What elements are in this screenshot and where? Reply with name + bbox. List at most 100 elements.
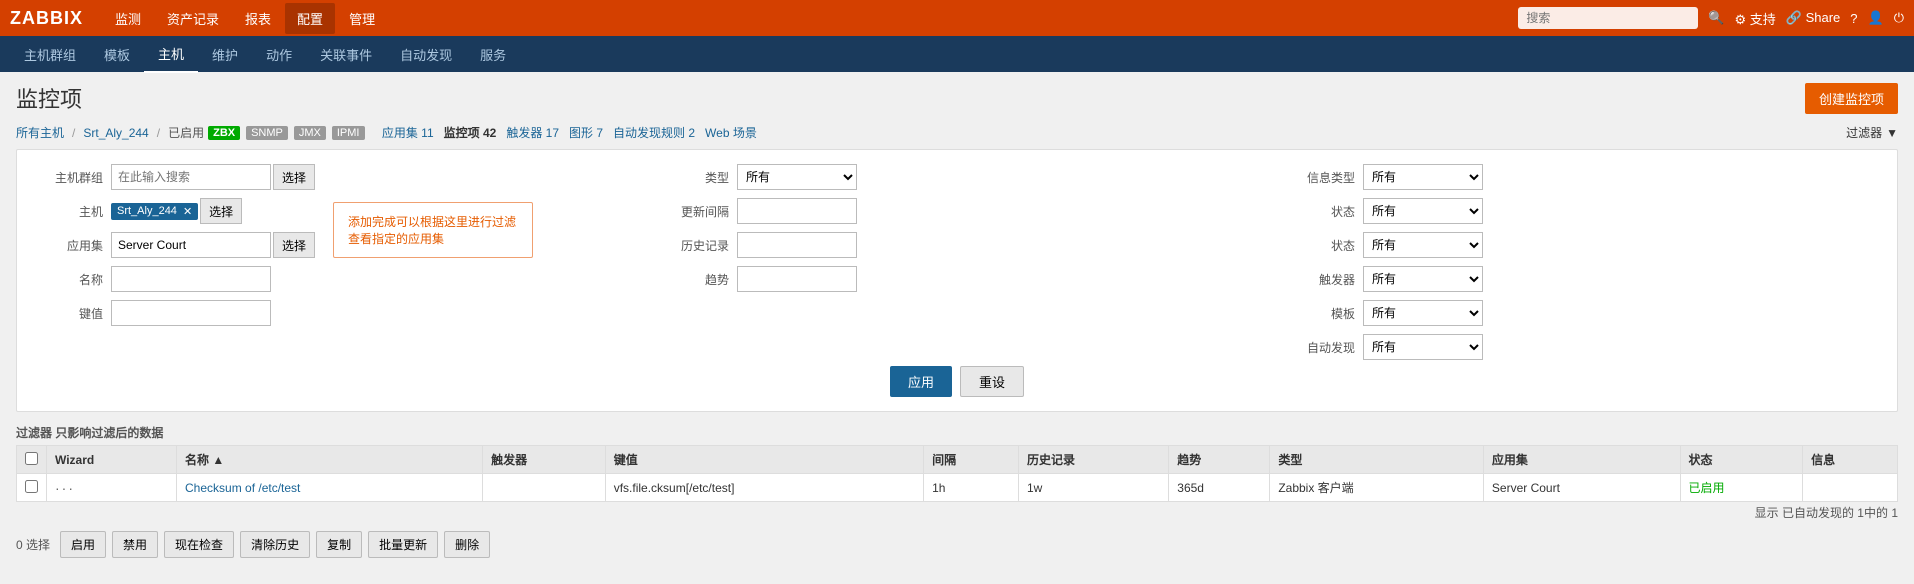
breadcrumb-host[interactable]: Srt_Aly_244 xyxy=(83,126,148,140)
col-header-interval[interactable]: 间隔 xyxy=(924,446,1019,474)
col-header-checkbox[interactable] xyxy=(17,446,47,474)
status-enabled[interactable]: 已启用 xyxy=(1689,481,1725,495)
col-header-status[interactable]: 状态 xyxy=(1680,446,1803,474)
trend-label: 趋势 xyxy=(659,271,729,288)
nav-monitor[interactable]: 监测 xyxy=(103,3,153,34)
delete-button[interactable]: 删除 xyxy=(444,531,490,558)
nav-services[interactable]: 服务 xyxy=(466,37,520,72)
select-all-checkbox[interactable] xyxy=(25,452,38,465)
tab-graphs[interactable]: 图形 7 xyxy=(569,124,603,141)
status2-select[interactable]: 所有 xyxy=(1363,232,1483,258)
tab-app-sets[interactable]: 应用集 11 xyxy=(382,124,434,141)
dots-menu[interactable]: ··· xyxy=(55,480,75,496)
logo: ZABBIX xyxy=(10,8,83,29)
row-name-link[interactable]: Checksum of /etc/test xyxy=(185,481,300,495)
update-interval-input[interactable] xyxy=(737,198,857,224)
col-header-name[interactable]: 名称 ▲ xyxy=(177,446,483,474)
data-table: Wizard 名称 ▲ 触发器 键值 间隔 历史记录 趋势 类型 应用集 状态 … xyxy=(16,445,1898,502)
nav-assets[interactable]: 资产记录 xyxy=(155,3,231,34)
row-app-set: Server Court xyxy=(1483,474,1680,502)
host-tag-remove[interactable]: ✕ xyxy=(183,205,192,218)
support-link[interactable]: ⚙ 支持 xyxy=(1735,9,1776,28)
tab-web-scenarios[interactable]: Web 场景 xyxy=(705,124,757,141)
clear-history-button[interactable]: 清除历史 xyxy=(240,531,310,558)
col-header-type[interactable]: 类型 xyxy=(1270,446,1484,474)
nav-hosts[interactable]: 主机 xyxy=(144,36,198,73)
row-interval: 1h xyxy=(924,474,1019,502)
logout-icon[interactable]: ⏻ xyxy=(1894,10,1904,26)
filter-row-update: 更新间隔 xyxy=(659,198,1255,224)
tab-triggers[interactable]: 触发器 17 xyxy=(506,124,559,141)
history-input[interactable] xyxy=(737,232,857,258)
info-type-select[interactable]: 所有 xyxy=(1363,164,1483,190)
status2-label: 状态 xyxy=(1285,237,1355,254)
col-header-trigger[interactable]: 触发器 xyxy=(483,446,606,474)
apply-button[interactable]: 应用 xyxy=(890,366,952,397)
search-input[interactable] xyxy=(1518,7,1698,29)
trigger-select[interactable]: 所有 xyxy=(1363,266,1483,292)
info-type-label: 信息类型 xyxy=(1285,169,1355,186)
host-tag[interactable]: Srt_Aly_244 ✕ xyxy=(111,203,198,220)
host-group-select-btn[interactable]: 选择 xyxy=(273,164,315,190)
nav-reports[interactable]: 报表 xyxy=(233,3,283,34)
status1-label: 状态 xyxy=(1285,203,1355,220)
reset-button[interactable]: 重设 xyxy=(960,366,1024,397)
col-header-app-set[interactable]: 应用集 xyxy=(1483,446,1680,474)
create-button[interactable]: 创建监控项 xyxy=(1805,83,1898,114)
search-icon[interactable]: 🔍 xyxy=(1708,10,1724,26)
filter-toggle[interactable]: 过滤器 ▼ xyxy=(1846,124,1898,141)
filter-icon: ▼ xyxy=(1886,126,1898,140)
disable-button[interactable]: 禁用 xyxy=(112,531,158,558)
col-header-history[interactable]: 历史记录 xyxy=(1018,446,1168,474)
filter-row-status2: 状态 所有 xyxy=(1285,232,1881,258)
enable-button[interactable]: 启用 xyxy=(60,531,106,558)
row-checkbox[interactable] xyxy=(17,474,47,502)
filter-row-trigger: 触发器 所有 xyxy=(1285,266,1881,292)
status1-select[interactable]: 所有 xyxy=(1363,198,1483,224)
table-section: Wizard 名称 ▲ 触发器 键值 间隔 历史记录 趋势 类型 应用集 状态 … xyxy=(16,445,1898,502)
nav-actions[interactable]: 动作 xyxy=(252,37,306,72)
nav-events[interactable]: 关联事件 xyxy=(306,37,386,72)
row-name[interactable]: Checksum of /etc/test xyxy=(177,474,483,502)
breadcrumb-all-hosts[interactable]: 所有主机 xyxy=(16,124,64,141)
filter-row-key: 键值 xyxy=(33,300,629,326)
template-select[interactable]: 所有 xyxy=(1363,300,1483,326)
auto-discover-select[interactable]: 所有 xyxy=(1363,334,1483,360)
name-input[interactable] xyxy=(111,266,271,292)
key-input[interactable] xyxy=(111,300,271,326)
share-link[interactable]: 🔗 Share xyxy=(1786,10,1841,26)
batch-update-button[interactable]: 批量更新 xyxy=(368,531,438,558)
copy-button[interactable]: 复制 xyxy=(316,531,362,558)
nav-discovery[interactable]: 自动发现 xyxy=(386,37,466,72)
trend-input[interactable] xyxy=(737,266,857,292)
table-row: ··· Checksum of /etc/test vfs.file.cksum… xyxy=(17,474,1898,502)
filter-row-name: 名称 xyxy=(33,266,629,292)
nav-templates[interactable]: 模板 xyxy=(90,37,144,72)
filter-row-app: 应用集 选择 添加完成可以根据这里进行过滤查看指定的应用集 xyxy=(33,232,629,258)
tab-auto-discovery[interactable]: 自动发现规则 2 xyxy=(613,124,695,141)
help-icon[interactable]: ? xyxy=(1850,11,1857,26)
hint-container: 添加完成可以根据这里进行过滤查看指定的应用集 xyxy=(213,202,533,258)
user-icon[interactable]: 👤 xyxy=(1868,10,1884,26)
template-label: 模板 xyxy=(1285,305,1355,322)
nav-maintenance[interactable]: 维护 xyxy=(198,37,252,72)
tab-monitor-items[interactable]: 监控项 42 xyxy=(444,124,497,141)
filter-row-history: 历史记录 xyxy=(659,232,1255,258)
host-group-label: 主机群组 xyxy=(33,169,103,186)
nav-config[interactable]: 配置 xyxy=(285,3,335,34)
row-select-checkbox[interactable] xyxy=(25,480,38,493)
nav-admin[interactable]: 管理 xyxy=(337,3,387,34)
name-label: 名称 xyxy=(33,271,103,288)
col-header-key[interactable]: 键值 xyxy=(605,446,923,474)
page-title: 监控项 xyxy=(16,82,82,114)
host-group-input[interactable] xyxy=(111,164,271,190)
nav-host-groups[interactable]: 主机群组 xyxy=(10,37,90,72)
type-select[interactable]: 所有 xyxy=(737,164,857,190)
filter-buttons: 应用 重设 xyxy=(33,366,1881,397)
auto-discover-label: 自动发现 xyxy=(1285,339,1355,356)
row-status[interactable]: 已启用 xyxy=(1680,474,1803,502)
check-now-button[interactable]: 现在检查 xyxy=(164,531,234,558)
breadcrumb-status: 已启用 xyxy=(168,124,204,141)
row-wizard[interactable]: ··· xyxy=(47,474,177,502)
col-header-trend[interactable]: 趋势 xyxy=(1169,446,1270,474)
